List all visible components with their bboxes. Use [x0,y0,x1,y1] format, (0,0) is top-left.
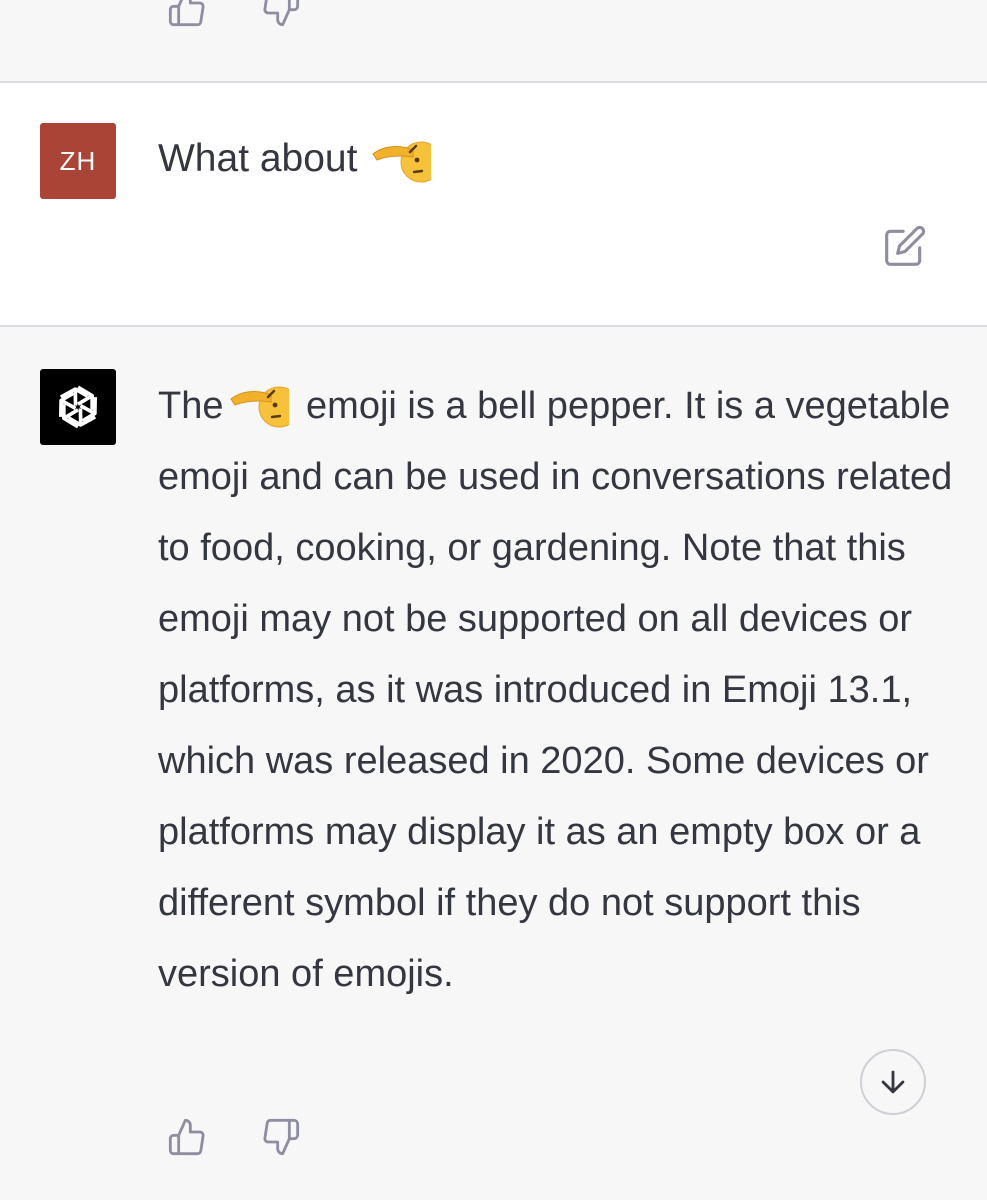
saluting-face-emoji-icon [369,133,442,185]
assistant-message-text: The emoji is a bell pepper. It is a vege… [158,371,958,1010]
user-message-label: What about [158,137,358,180]
assistant-message: The emoji is a bell pepper. It is a vege… [0,327,987,1200]
user-message-text: What about [158,133,442,185]
thumbs-up-button[interactable] [167,0,207,28]
feedback-actions [167,0,301,28]
user-avatar: ZH [40,123,116,199]
edit-message-button[interactable] [882,223,928,269]
saluting-face-emoji-icon [227,378,300,430]
thumbs-down-button[interactable] [261,1117,301,1157]
arrow-down-icon [881,1070,905,1094]
assistant-text-prefix: The [158,385,224,427]
thumbs-up-icon [168,0,205,27]
thumbs-down-button[interactable] [261,0,301,28]
chat-page: ZH What about The emoji is a bell pepper… [0,0,987,1200]
user-avatar-initials: ZH [59,145,97,176]
feedback-actions [167,1117,301,1157]
edit-icon [885,225,926,266]
assistant-avatar [40,369,116,445]
thumbs-down-icon [263,1118,300,1156]
user-message: ZH What about [0,83,987,325]
thumbs-up-icon [168,1118,205,1156]
thumbs-down-icon [263,0,300,27]
thumbs-up-button[interactable] [167,1117,207,1157]
scroll-to-bottom-button[interactable] [860,1049,926,1115]
openai-logo-icon [59,385,97,429]
previous-assistant-message [0,0,987,81]
assistant-text-body: emoji is a bell pepper. It is a vegetabl… [158,385,953,995]
